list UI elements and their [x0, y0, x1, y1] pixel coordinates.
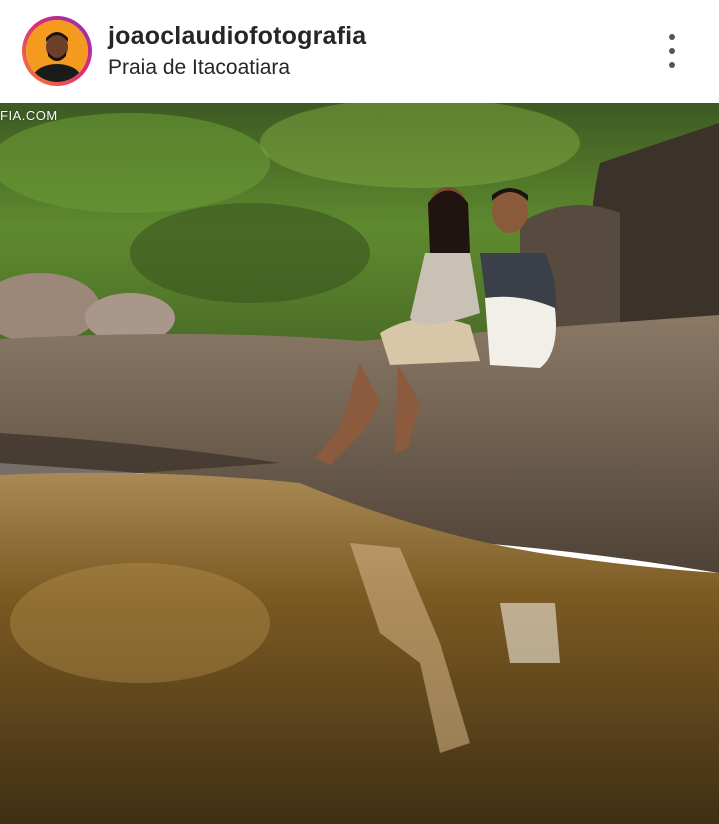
- avatar-image: [26, 20, 88, 82]
- more-options-button[interactable]: [656, 30, 688, 72]
- more-vertical-icon: [669, 34, 675, 40]
- avatar[interactable]: [26, 20, 88, 82]
- photo-watermark: FIA.COM: [0, 108, 58, 123]
- location-link[interactable]: Praia de Itacoatiara: [108, 56, 290, 80]
- photo-scene: [0, 103, 719, 824]
- avatar-story-ring[interactable]: [22, 16, 92, 86]
- post-header: joaoclaudiofotografia Praia de Itacoatia…: [0, 0, 719, 103]
- username[interactable]: joaoclaudiofotografia: [108, 22, 366, 51]
- post-photo[interactable]: [0, 103, 719, 824]
